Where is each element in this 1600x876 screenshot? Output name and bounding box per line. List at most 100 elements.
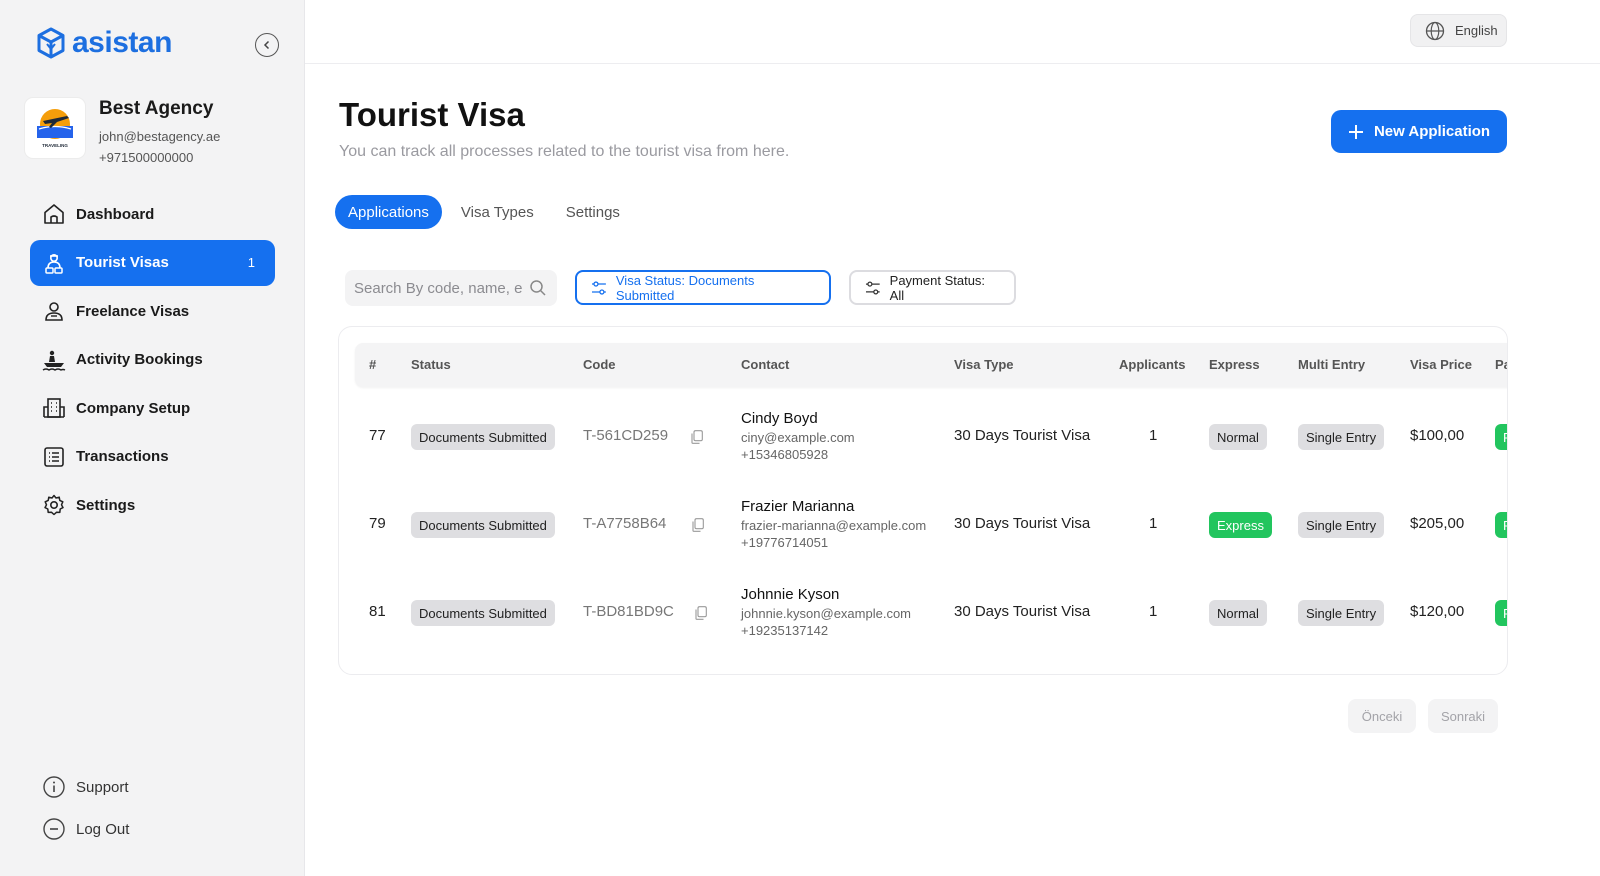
contact-phone: +19776714051 [741,535,829,550]
page-subtitle: You can track all processes related to t… [339,143,790,160]
new-application-label: New Application [1373,123,1491,140]
sidebar: asistan TRAVELING Best Agency john@besta… [0,0,305,876]
visa-status-filter[interactable]: Visa Status: Documents Submitted [575,270,831,305]
status-badge: Documents Submitted [411,512,555,538]
sidebar-item-freelance-visas[interactable]: Freelance Visas [30,288,275,334]
page-title: Tourist Visa [339,96,525,133]
collapse-sidebar-button[interactable] [255,33,279,57]
svg-text:TRAVELING: TRAVELING [42,143,68,148]
table-row[interactable]: 77 Documents Submitted T-561CD259 Cindy … [339,387,1507,475]
search-icon[interactable] [529,279,547,297]
multi-entry-badge: Single Entry [1298,512,1385,538]
agency-phone: +971500000000 [99,150,194,165]
topbar-divider [305,63,1600,64]
main-nav: Dashboard Tourist Visas 1 Freelance Visa… [30,191,275,531]
language-selector[interactable]: English [1410,14,1507,47]
status-badge: Documents Submitted [411,424,555,450]
payment-badge: P [1495,424,1507,450]
new-application-button[interactable]: New Application [1331,110,1507,153]
plus-icon [1348,124,1363,139]
next-page-button[interactable]: Sonraki [1428,699,1498,733]
table-row[interactable]: 81 Documents Submitted T-BD81BD9C Johnni… [339,563,1507,651]
tab-visa-types[interactable]: Visa Types [448,195,547,229]
search-box [345,270,557,306]
table-header: # Status Code Contact Visa Type Applican… [355,343,1507,387]
logout-link[interactable]: Log Out [30,808,275,850]
tab-settings[interactable]: Settings [553,195,633,229]
row-id: 79 [369,515,386,532]
copy-icon[interactable] [691,430,703,444]
visa-status-label: Visa Status: Documents Submitted [615,272,755,303]
copy-icon[interactable] [695,606,707,620]
previous-page-button[interactable]: Önceki [1348,699,1416,733]
logout-label: Log Out [76,820,130,838]
column-header-id[interactable]: # [369,357,376,372]
payment-status-filter[interactable]: Payment Status: All [849,270,1016,305]
tab-applications[interactable]: Applications [335,195,442,229]
support-link[interactable]: Support [30,766,275,808]
search-input[interactable] [354,279,524,297]
sidebar-item-label: Dashboard [76,205,155,223]
status-badge: Documents Submitted [411,600,555,626]
column-header-payment[interactable]: Pa [1495,357,1507,372]
copy-icon[interactable] [692,518,704,532]
applicants-count: 1 [1149,603,1158,620]
express-badge: Normal [1209,424,1267,450]
table-row[interactable]: 79 Documents Submitted T-A7758B64 Frazie… [339,475,1507,563]
sidebar-item-activity-bookings[interactable]: Activity Bookings [30,337,275,383]
row-id: 81 [369,603,386,620]
visa-type: 30 Days Tourist Visa [954,427,1091,444]
payment-status-label: Payment Status: All [889,272,986,303]
info-icon [42,775,66,799]
payment-badge: P [1495,512,1507,538]
home-icon [42,202,66,226]
traveler-icon [42,251,66,275]
multi-entry-badge: Single Entry [1298,600,1385,626]
visa-type: 30 Days Tourist Visa [954,603,1091,620]
column-header-contact[interactable]: Contact [741,357,789,372]
agency-profile: TRAVELING Best Agency john@bestagency.ae… [25,98,220,168]
sidebar-item-label: Freelance Visas [76,302,190,320]
sidebar-item-settings[interactable]: Settings [30,482,275,528]
express-badge: Normal [1209,600,1267,626]
agency-email: john@bestagency.ae [99,129,221,144]
row-id: 77 [369,427,386,444]
sidebar-item-dashboard[interactable]: Dashboard [30,191,275,237]
column-header-visa-type[interactable]: Visa Type [954,357,1014,372]
sidebar-item-label: Transactions [76,448,169,465]
application-code: T-A7758B64 [583,515,667,532]
agency-name: Best Agency [99,98,214,119]
visa-price: $120,00 [1410,603,1465,620]
contact-name: Cindy Boyd [741,410,818,427]
contact-name: Frazier Marianna [741,498,855,515]
cube-logo-icon [37,27,65,59]
column-header-express[interactable]: Express [1209,357,1260,372]
agency-logo: TRAVELING [25,98,85,158]
boat-icon [42,348,66,372]
contact-name: Johnnie Kyson [741,586,840,603]
column-header-multi-entry[interactable]: Multi Entry [1298,357,1365,372]
sidebar-item-label: Tourist Visas [76,254,169,271]
sidebar-item-transactions[interactable]: Transactions [30,434,275,480]
sidebar-item-label: Settings [76,496,136,514]
column-header-visa-price[interactable]: Visa Price [1410,357,1472,372]
sidebar-item-company-setup[interactable]: Company Setup [30,385,275,431]
applicants-count: 1 [1149,515,1158,532]
column-header-code[interactable]: Code [583,357,616,372]
multi-entry-badge: Single Entry [1298,424,1385,450]
applications-table: # Status Code Contact Visa Type Applican… [338,326,1508,675]
language-label: English [1455,23,1498,38]
brand-name: asistan [72,26,172,59]
application-code: T-BD81BD9C [583,603,674,620]
sliders-icon [591,280,606,295]
brand-logo[interactable]: asistan [36,26,172,60]
column-header-status[interactable]: Status [411,357,451,372]
user-icon [42,299,66,323]
sidebar-item-tourist-visas[interactable]: Tourist Visas 1 [30,239,275,286]
applicants-count: 1 [1149,427,1158,444]
sidebar-item-label: Company Setup [76,399,191,417]
column-header-applicants[interactable]: Applicants [1119,357,1185,372]
visa-type: 30 Days Tourist Visa [954,515,1091,532]
sidebar-item-label: Activity Bookings [76,351,203,368]
express-badge: Express [1209,512,1272,538]
